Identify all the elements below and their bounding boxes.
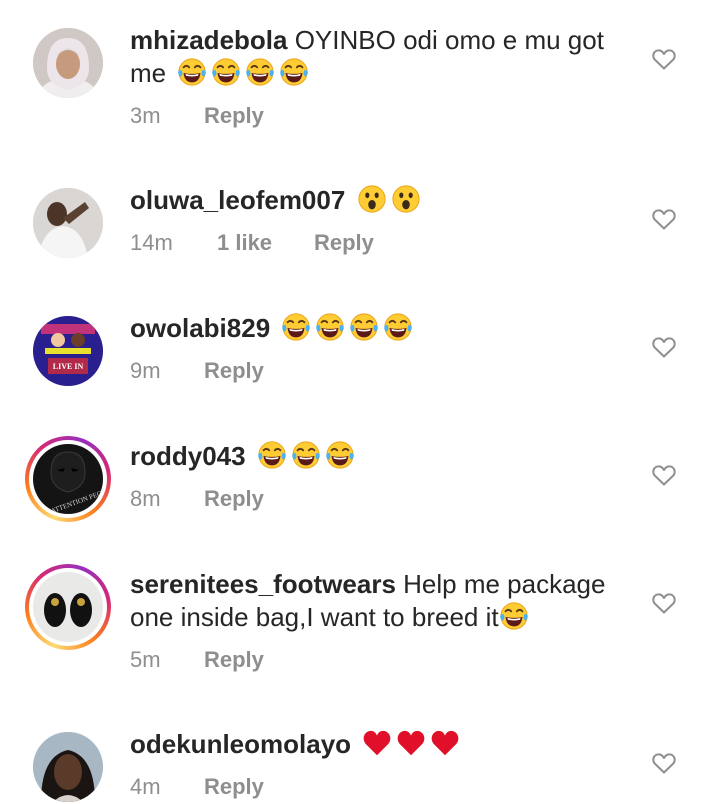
tears-of-joy-icon xyxy=(325,440,355,470)
astonished-icon xyxy=(391,184,421,214)
comment-text: oluwa_leofem007 xyxy=(130,184,630,217)
comment-text: serenitees_footwears Help me package one… xyxy=(130,568,630,634)
like-heart-icon[interactable] xyxy=(652,752,676,774)
comment-row: LIVE IN owolabi829 9m Reply xyxy=(0,288,720,416)
reply-button[interactable]: Reply xyxy=(204,486,264,512)
comment-meta: 9m Reply xyxy=(130,358,264,384)
like-heart-icon[interactable] xyxy=(652,208,676,230)
comment-meta: 3m Reply xyxy=(130,103,264,129)
comment-text: owolabi829 xyxy=(130,312,630,345)
tears-of-joy-icon xyxy=(279,57,309,87)
comment-meta: 5m Reply xyxy=(130,647,264,673)
comment-meta: 4m Reply xyxy=(130,774,264,800)
red-heart-icon xyxy=(430,728,460,758)
reply-button[interactable]: Reply xyxy=(204,103,264,129)
avatar[interactable] xyxy=(33,188,103,258)
comment-text: odekunleomolayo xyxy=(130,728,630,761)
avatar-story-ring[interactable] xyxy=(25,564,111,650)
timestamp: 3m xyxy=(130,103,161,128)
tears-of-joy-icon xyxy=(257,440,287,470)
avatar[interactable] xyxy=(33,732,103,802)
username[interactable]: oluwa_leofem007 xyxy=(130,185,345,215)
reply-button[interactable]: Reply xyxy=(314,230,374,256)
astonished-icon xyxy=(357,184,387,214)
tears-of-joy-icon xyxy=(291,440,321,470)
like-heart-icon[interactable] xyxy=(652,592,676,614)
username[interactable]: owolabi829 xyxy=(130,313,270,343)
username[interactable]: mhizadebola xyxy=(130,25,287,55)
red-heart-icon xyxy=(396,728,426,758)
timestamp: 8m xyxy=(130,486,161,511)
like-heart-icon[interactable] xyxy=(652,48,676,70)
comment-row: serenitees_footwears Help me package one… xyxy=(0,544,720,704)
tears-of-joy-icon xyxy=(349,312,379,342)
username[interactable]: odekunleomolayo xyxy=(130,729,351,759)
tears-of-joy-icon xyxy=(281,312,311,342)
tears-of-joy-icon xyxy=(211,57,241,87)
username[interactable]: serenitees_footwears xyxy=(130,569,396,599)
comment-row: odekunleomolayo 4m Reply xyxy=(0,704,720,804)
timestamp: 9m xyxy=(130,358,161,383)
reply-button[interactable]: Reply xyxy=(204,358,264,384)
red-heart-icon xyxy=(362,728,392,758)
comment-row: mhizadebola OYINBO odi omo e mu got me 3… xyxy=(0,0,720,160)
avatar-story-ring[interactable]: ATTENTION PEOPLE xyxy=(25,436,111,522)
comment-meta: 14m 1 like Reply xyxy=(130,230,374,256)
timestamp: 4m xyxy=(130,774,161,799)
tears-of-joy-icon xyxy=(383,312,413,342)
tears-of-joy-icon xyxy=(499,601,529,631)
timestamp: 14m xyxy=(130,230,173,255)
avatar[interactable] xyxy=(33,28,103,98)
tears-of-joy-icon xyxy=(315,312,345,342)
timestamp: 5m xyxy=(130,647,161,672)
like-heart-icon[interactable] xyxy=(652,336,676,358)
like-heart-icon[interactable] xyxy=(652,464,676,486)
reply-button[interactable]: Reply xyxy=(204,647,264,673)
avatar[interactable]: LIVE IN xyxy=(33,316,103,386)
avatar-text: LIVE IN xyxy=(53,362,84,371)
tears-of-joy-icon xyxy=(245,57,275,87)
username[interactable]: roddy043 xyxy=(130,441,246,471)
comment-row: oluwa_leofem007 14m 1 like Reply xyxy=(0,160,720,288)
comment-row: ATTENTION PEOPLE roddy043 8m Reply xyxy=(0,416,720,544)
reply-button[interactable]: Reply xyxy=(204,774,264,800)
comment-meta: 8m Reply xyxy=(130,486,264,512)
tears-of-joy-icon xyxy=(177,57,207,87)
likes-count[interactable]: 1 like xyxy=(217,230,314,256)
comment-text: roddy043 xyxy=(130,440,630,473)
comment-text: mhizadebola OYINBO odi omo e mu got me xyxy=(130,24,630,90)
